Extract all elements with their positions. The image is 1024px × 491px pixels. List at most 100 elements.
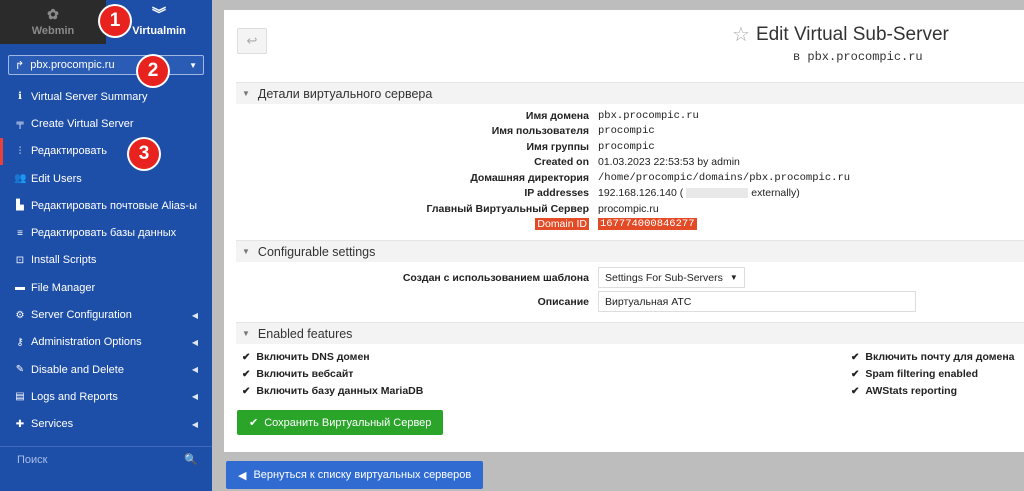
features-section-header[interactable]: ▼ Enabled features [236,322,1024,344]
feature-spam[interactable]: ✔ Spam filtering enabled [851,368,978,380]
checkbox-checked-icon[interactable]: ✔ [242,352,250,363]
webmin-logo-icon: ✿ [47,6,59,22]
sidebar-item[interactable]: ⚷ Administration Options ◀ [0,329,212,356]
page-title: ☆ Edit Virtual Sub-Server [732,22,949,47]
database-icon: ≡ [17,227,23,239]
ip-value-prefix: 192.168.126.140 ( [598,187,684,200]
detail-row-domain-id: Domain ID 167774000846277 [236,217,1024,233]
domain-select[interactable]: ↱ pbx.procompic.ru ▼ [8,55,204,75]
feature-mail[interactable]: ✔ Включить почту для домена [851,351,1015,363]
sidebar-item[interactable]: ⊡ Install Scripts [0,247,212,274]
plug-icon: ✎ [15,364,25,376]
domain-select-icon: ↱ [15,59,25,72]
chevron-left-icon: ◀ [191,392,198,402]
step-badge-3: 3 [129,139,159,169]
sidebar-item-label: Logs and Reports [31,390,118,403]
sidebar-item[interactable]: ╤ Create Virtual Server [0,110,212,137]
ip-value-suffix: externally) [751,187,800,200]
detail-row-home: Домашняя директория /home/procompic/doma… [236,170,1024,186]
sidebar-item-label: Edit Users [31,172,82,185]
search-icon: 🔍 [184,454,198,466]
sidebar-item[interactable]: 👥 Edit Users [0,165,212,192]
back-button[interactable]: ↩ [237,28,267,54]
detail-row-parent: Главный Виртуальный Сервер procompic.ru [236,201,1024,217]
gears-icon: ⚙ [15,309,25,321]
chevron-left-icon: ◀ [191,365,198,375]
detail-key: Имя домена [525,109,589,122]
sidebar-item[interactable]: ▤ Logs and Reports ◀ [0,383,212,410]
sidebar-item[interactable]: ▬ File Manager [0,274,212,301]
collapse-arrow-icon: ▼ [242,247,250,256]
checkbox-checked-icon[interactable]: ✔ [851,352,859,363]
username-value: procompic [598,125,655,138]
sidebar-item[interactable]: ▙ Редактировать почтовые Alias-ы [0,192,212,219]
feature-website[interactable]: ✔ Включить вебсайт [242,368,353,380]
chevron-left-icon: ◀ [191,337,198,347]
feature-label: Включить DNS домен [256,351,370,363]
feature-dns[interactable]: ✔ Включить DNS домен [242,351,370,363]
detail-row-created: Created on 01.03.2023 22:53:53 by admin [236,155,1024,171]
collapse-arrow-icon: ▼ [242,329,250,338]
sidebar-item-label: Disable and Delete [31,363,124,376]
detail-key-domain-id: Domain ID [236,218,598,231]
feature-label: Включить вебсайт [256,368,354,380]
folder-icon: ▬ [15,282,25,294]
sidebar-search[interactable]: Поиск 🔍 [0,446,212,472]
arrow-left-icon: ◀ [238,469,247,482]
domain-name-value: pbx.procompic.ru [598,109,699,122]
subtitle-domain: pbx.procompic.ru [807,50,923,64]
template-label: Создан с использованием шаблона [402,271,589,284]
search-input[interactable]: Поиск [17,454,184,466]
sidebar-item[interactable]: ⚙ Server Configuration ◀ [0,301,212,328]
template-row: Создан с использованием шаблона Settings… [236,267,1024,288]
detail-key: Имя пользователя [491,125,589,138]
parent-server-link[interactable]: procompic.ru [598,203,659,215]
template-select[interactable]: Settings For Sub-Servers ▼ [598,267,745,288]
sidebar-item-label: Редактировать базы данных [31,227,177,240]
home-dir-value: /home/procompic/domains/pbx.procompic.ru [598,171,851,184]
key-icon: ⚷ [16,336,24,348]
feature-mariadb[interactable]: ✔ Включить базу данных MariaDB [242,385,423,397]
return-to-list-button[interactable]: ◀ Вернуться к списку виртуальных серверо… [226,461,484,489]
redacted-ip [686,188,749,199]
ip-value: 192.168.126.140 ( externally) [598,187,800,199]
detail-key: Имя группы [526,140,590,153]
config-section-header[interactable]: ▼ Configurable settings [236,240,1024,262]
feature-awstats[interactable]: ✔ AWStats reporting [851,385,957,397]
description-input[interactable]: Виртуальная АТС [598,291,916,312]
sidebar-item-label: Install Scripts [31,254,97,267]
description-label: Описание [537,295,589,308]
step-badge-2: 2 [138,56,168,86]
sidebar-item[interactable]: ✎ Disable and Delete ◀ [0,356,212,383]
sidebar-item-label: File Manager [31,281,96,294]
sidebar-item-label: Virtual Server Summary [31,90,148,103]
details-heading: Детали виртуального сервера [257,86,433,101]
tab-webmin[interactable]: ✿ Webmin [0,0,106,44]
logs-icon: ▤ [15,391,25,403]
sidebar-item[interactable]: ⫶ Редактировать [0,137,212,165]
tab-virtualmin-label: Virtualmin [132,25,186,37]
group-value: procompic [598,140,655,153]
features-heading: Enabled features [257,326,353,341]
sidebar-item-label: Create Virtual Server [31,117,134,130]
sidebar-item-label: Administration Options [31,336,142,349]
virtualmin-logo-icon: ︾ [152,6,166,22]
checkbox-checked-icon[interactable]: ✔ [851,369,859,380]
details-section-header[interactable]: ▼ Детали виртуального сервера [236,82,1024,104]
users-icon: 👥 [14,173,27,185]
domain-id-label: Domain ID [535,218,589,231]
description-row: Описание Виртуальная АТС [236,291,1024,312]
sidebar-item[interactable]: ℹ Virtual Server Summary [0,83,212,110]
checkbox-checked-icon[interactable]: ✔ [851,386,859,397]
info-icon: ℹ [18,91,22,103]
main-panel: ↩ ☆ Edit Virtual Sub-Server в pbx.procom… [224,10,1024,452]
save-button[interactable]: ✔ Сохранить Виртуальный Сервер [237,410,444,435]
sidebar-item[interactable]: ✚ Services ◀ [0,411,212,438]
star-icon[interactable]: ☆ [732,22,750,47]
chevron-left-icon: ◀ [191,419,198,429]
detail-row-domain: Имя домена pbx.procompic.ru [236,108,1024,124]
feature-label: AWStats reporting [865,385,957,397]
sidebar-item[interactable]: ≡ Редактировать базы данных [0,219,212,246]
checkbox-checked-icon[interactable]: ✔ [242,369,250,380]
checkbox-checked-icon[interactable]: ✔ [242,386,250,397]
